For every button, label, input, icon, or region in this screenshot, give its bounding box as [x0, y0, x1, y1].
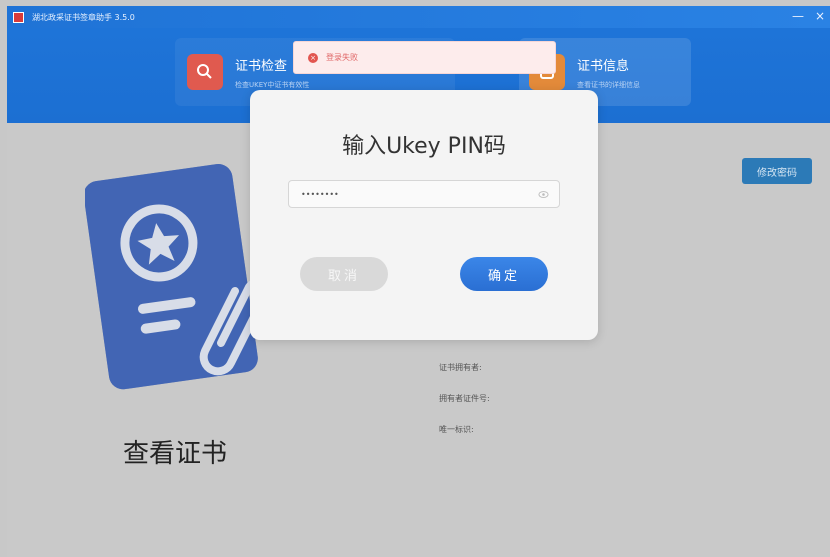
window-title: 湖北政采证书签章助手 3.5.0: [32, 12, 135, 22]
eye-icon[interactable]: [538, 189, 549, 200]
pin-dialog: 输入Ukey PIN码 •••••••• 取消 确定: [250, 90, 598, 340]
cert-owner-label: 证书拥有者:: [439, 363, 482, 372]
unique-id-label: 唯一标识:: [439, 425, 474, 434]
dialog-title: 输入Ukey PIN码: [342, 134, 506, 159]
nav-card-title: 证书信息: [577, 58, 630, 74]
window-titlebar: 湖北政采证书签章助手 3.5.0 — ×: [7, 6, 830, 28]
search-doc-icon: [187, 54, 223, 90]
ok-button[interactable]: 确定: [460, 257, 548, 291]
minimize-button[interactable]: —: [792, 8, 804, 24]
cancel-button[interactable]: 取消: [300, 257, 388, 291]
pin-value: ••••••••: [301, 189, 339, 199]
change-password-button[interactable]: 修改密码: [742, 158, 812, 184]
nav-card-subtitle: 查看证书的详细信息: [577, 80, 640, 89]
owner-id-label: 拥有者证件号:: [439, 394, 490, 403]
close-button[interactable]: ×: [815, 8, 825, 24]
error-icon: ×: [308, 52, 318, 63]
toast-message: 登录失败: [326, 53, 358, 62]
app-logo-icon: [13, 11, 24, 23]
error-toast: × 登录失败: [293, 41, 556, 74]
view-cert-title: 查看证书: [123, 439, 228, 469]
pin-input[interactable]: ••••••••: [288, 180, 560, 208]
nav-card-subtitle: 检查UKEY中证书有效性: [235, 80, 310, 89]
